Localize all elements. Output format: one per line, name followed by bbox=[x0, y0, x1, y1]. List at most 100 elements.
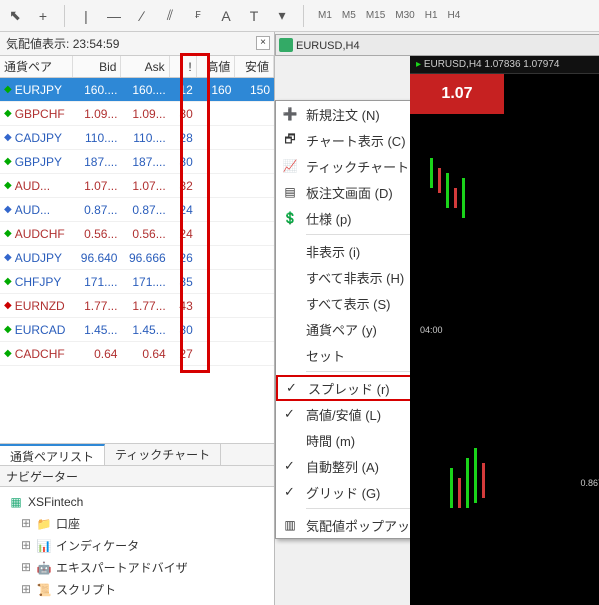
symbol-name: AUD... bbox=[15, 174, 50, 197]
chart-window-title[interactable]: EURUSD,H4 bbox=[275, 34, 599, 56]
context-menu-label: すべて非表示 (H) bbox=[306, 268, 404, 287]
market-watch-row[interactable]: ◆EURCAD1.45...1.45...30 bbox=[0, 318, 274, 342]
period-h4[interactable]: H4 bbox=[444, 8, 465, 23]
x-axis-tick: 04:00 bbox=[420, 325, 443, 335]
period-m5[interactable]: M5 bbox=[338, 8, 360, 23]
ask-price: 160.... bbox=[121, 78, 169, 101]
server-icon: ▦ bbox=[8, 494, 24, 510]
spread-value: 32 bbox=[170, 174, 197, 197]
one-click-panel: 1.07 bbox=[410, 74, 599, 118]
header-symbol[interactable]: 通貨ペア bbox=[0, 56, 73, 77]
market-watch-row[interactable]: ◆AUD...0.87...0.87...24 bbox=[0, 198, 274, 222]
sell-button[interactable]: 1.07 bbox=[410, 74, 504, 114]
market-watch-row[interactable]: ◆GBPCHF1.09...1.09...30 bbox=[0, 102, 274, 126]
header-high[interactable]: 高値 bbox=[197, 56, 236, 77]
spread-value: 43 bbox=[170, 294, 197, 317]
symbol-name: CADCHF bbox=[15, 342, 65, 365]
header-spread[interactable]: ! bbox=[170, 56, 197, 77]
popup-icon: ▥ bbox=[282, 517, 298, 533]
hline-tool-icon[interactable]: — bbox=[103, 5, 125, 27]
arrow-up-icon: ◆ bbox=[4, 174, 12, 197]
arrow-down-icon: ◆ bbox=[4, 294, 12, 317]
tab-symbol-list[interactable]: 通貨ペアリスト bbox=[0, 444, 105, 465]
navigator-item[interactable]: ⊞📊インディケータ bbox=[20, 535, 270, 557]
text-tool-icon[interactable]: A bbox=[215, 5, 237, 27]
cursor-tool-icon[interactable]: ⬉ bbox=[4, 5, 26, 27]
symbol-name: EURNZD bbox=[15, 294, 65, 317]
navigator-item-label: スクリプト bbox=[56, 579, 116, 601]
navigator-tree: ▦ XSFintech ⊞📁口座⊞📊インディケータ⊞🤖エキスパートアドバイザ⊞📜… bbox=[0, 487, 274, 605]
label-tool-icon[interactable]: T bbox=[243, 5, 265, 27]
expand-icon[interactable]: ⊞ bbox=[20, 579, 32, 601]
navigator-item[interactable]: ⊞📁口座 bbox=[20, 513, 270, 535]
symbol-name: AUDCHF bbox=[15, 222, 65, 245]
ask-price: 187.... bbox=[121, 150, 169, 173]
context-menu-label: スプレッド (r) bbox=[308, 379, 390, 398]
tick-icon: 📈 bbox=[282, 158, 298, 174]
expand-icon[interactable]: ⊞ bbox=[20, 557, 32, 579]
market-watch-row[interactable]: ◆GBPJPY187....187....30 bbox=[0, 150, 274, 174]
arrow-up-icon: ◆ bbox=[4, 318, 12, 341]
header-low[interactable]: 安値 bbox=[235, 56, 274, 77]
close-icon[interactable]: × bbox=[256, 36, 270, 50]
spread-value: 28 bbox=[170, 126, 197, 149]
low-value bbox=[235, 342, 274, 365]
market-watch-row[interactable]: ◆CADCHF0.640.6427 bbox=[0, 342, 274, 366]
navigator-root[interactable]: ▦ XSFintech bbox=[8, 491, 270, 513]
market-watch-row[interactable]: ◆EURJPY160....160....12160150 bbox=[0, 78, 274, 102]
ask-price: 1.09... bbox=[121, 102, 169, 125]
bid-price: 1.09... bbox=[73, 102, 121, 125]
market-watch-row[interactable]: ◆AUDJPY96.64096.66626 bbox=[0, 246, 274, 270]
period-m30[interactable]: M30 bbox=[391, 8, 418, 23]
symbol-name: GBPJPY bbox=[15, 150, 62, 173]
arrow-up-icon: ◆ bbox=[4, 102, 12, 125]
y-axis: 0.86774 bbox=[569, 118, 599, 605]
period-m15[interactable]: M15 bbox=[362, 8, 389, 23]
bid-price: 171.... bbox=[73, 270, 121, 293]
bid-price: 0.64 bbox=[73, 342, 121, 365]
fibo-tool-icon[interactable]: ₣ bbox=[187, 5, 209, 27]
tab-tick-chart[interactable]: ティックチャート bbox=[105, 444, 221, 465]
indicator-icon: 📊 bbox=[36, 538, 52, 554]
expand-icon[interactable]: ⊞ bbox=[20, 535, 32, 557]
high-value bbox=[197, 174, 236, 197]
market-watch-tabs: 通貨ペアリスト ティックチャート bbox=[0, 443, 274, 465]
trendline-tool-icon[interactable]: ∕ bbox=[131, 5, 153, 27]
high-value: 160 bbox=[197, 78, 236, 101]
navigator-item[interactable]: ⊞📜スクリプト bbox=[20, 579, 270, 601]
header-ask[interactable]: Ask bbox=[121, 56, 169, 77]
check-icon: ✓ bbox=[284, 484, 295, 500]
period-m1[interactable]: M1 bbox=[314, 8, 336, 23]
depth-icon: ▤ bbox=[282, 184, 298, 200]
spec-icon: 💲 bbox=[282, 210, 298, 226]
market-watch-row[interactable]: ◆EURNZD1.77...1.77...43 bbox=[0, 294, 274, 318]
navigator-title: ナビゲーター bbox=[0, 465, 274, 487]
crosshair-tool-icon[interactable]: + bbox=[32, 5, 54, 27]
high-value bbox=[197, 126, 236, 149]
navigator-item[interactable]: ⊞🤖エキスパートアドバイザ bbox=[20, 557, 270, 579]
bid-price: 0.56... bbox=[73, 222, 121, 245]
more-tools-icon[interactable]: ▾ bbox=[271, 5, 293, 27]
period-h1[interactable]: H1 bbox=[421, 8, 442, 23]
high-value bbox=[197, 102, 236, 125]
expand-icon[interactable]: ⊞ bbox=[20, 513, 32, 535]
bid-price: 0.87... bbox=[73, 198, 121, 221]
ask-price: 0.87... bbox=[121, 198, 169, 221]
vline-tool-icon[interactable]: | bbox=[75, 5, 97, 27]
chart-status-line: ▸ EURUSD,H4 1.07836 1.07974 1.00 bbox=[410, 56, 599, 74]
market-watch-row[interactable]: ◆AUD...1.07...1.07...32 bbox=[0, 174, 274, 198]
check-icon: ✓ bbox=[284, 406, 295, 422]
ask-price: 1.77... bbox=[121, 294, 169, 317]
low-value bbox=[235, 318, 274, 341]
spread-value: 30 bbox=[170, 102, 197, 125]
market-watch-row[interactable]: ◆CADJPY110....110....28 bbox=[0, 126, 274, 150]
arrow-up-icon: ◆ bbox=[4, 150, 12, 173]
channel-tool-icon[interactable]: ⫽ bbox=[159, 5, 181, 27]
header-bid[interactable]: Bid bbox=[73, 56, 121, 77]
context-menu-label: すべて表示 (S) bbox=[306, 294, 391, 313]
market-watch-row[interactable]: ◆CHFJPY171....171....35 bbox=[0, 270, 274, 294]
chart-canvas[interactable]: 04:00 bbox=[410, 118, 569, 605]
bid-price: 1.07... bbox=[73, 174, 121, 197]
market-watch-row[interactable]: ◆AUDCHF0.56...0.56...24 bbox=[0, 222, 274, 246]
chart-icon: 🗗 bbox=[282, 132, 298, 148]
